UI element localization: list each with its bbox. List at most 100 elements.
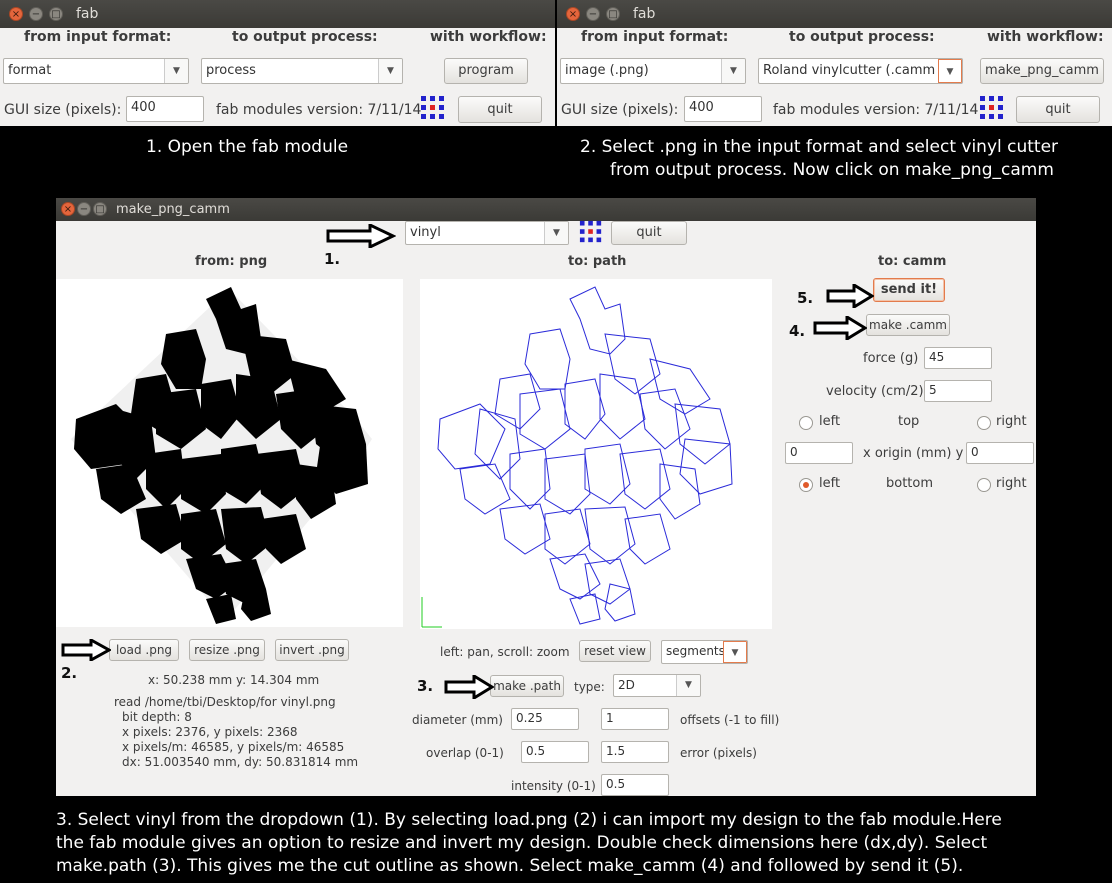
info-line-2: bit depth: 8: [122, 710, 192, 724]
offsets-input[interactable]: 1: [601, 708, 669, 730]
chevron-down-icon[interactable]: ▼: [378, 59, 402, 83]
to-path-label: to: path: [568, 254, 627, 269]
force-label: force (g): [863, 351, 919, 366]
gui-size-input[interactable]: 400: [684, 96, 762, 122]
overlap-label: overlap (0-1): [426, 746, 504, 760]
ambigram-image: [71, 287, 372, 624]
quit-button[interactable]: quit: [1016, 96, 1100, 123]
load-png-button[interactable]: load .png: [109, 639, 179, 661]
quit-button[interactable]: quit: [611, 221, 687, 245]
annotation-number-1: 1.: [324, 250, 341, 268]
chevron-down-icon[interactable]: ▼: [164, 59, 188, 83]
intensity-input[interactable]: 0.5: [601, 774, 669, 796]
make-path-button[interactable]: make .path: [490, 675, 564, 697]
resize-png-button[interactable]: resize .png: [189, 639, 265, 661]
type-value: 2D: [618, 678, 635, 692]
cursor-coordinates: x: 50.238 mm y: 14.304 mm: [148, 673, 320, 687]
caption-bottom-line-3: make.path (3). This gives me the cut out…: [56, 856, 964, 876]
error-input[interactable]: 1.5: [601, 741, 669, 763]
make-png-camm-button[interactable]: make_png_camm: [980, 58, 1104, 84]
output-process-value: Roland vinylcutter (.camm: [763, 63, 936, 78]
maximize-icon[interactable]: □: [93, 202, 107, 216]
to-camm-label: to: camm: [878, 254, 947, 269]
annotation-number-4: 4.: [789, 322, 806, 340]
arrow-icon: [61, 639, 111, 661]
info-line-5: dx: 51.003540 mm, dy: 50.831814 mm: [122, 755, 359, 769]
minimize-icon[interactable]: −: [29, 7, 43, 21]
type-select[interactable]: 2D ▼: [613, 674, 701, 697]
caption-step-2-line-2: from output process. Now click on make_p…: [610, 160, 1054, 180]
minimize-icon[interactable]: −: [77, 202, 91, 216]
close-icon[interactable]: ×: [9, 7, 23, 21]
program-button[interactable]: program: [444, 58, 528, 84]
from-input-format-label: from input format:: [581, 29, 729, 45]
window-title: fab: [633, 6, 656, 22]
gui-size-input[interactable]: 400: [126, 96, 204, 122]
output-process-select[interactable]: Roland vinylcutter (.camm ▼: [758, 58, 963, 84]
path-preview-panel[interactable]: [420, 279, 772, 629]
velocity-label: velocity (cm/2): [826, 384, 924, 399]
fab-logo-icon: [980, 96, 1003, 119]
title-bar: × − □ fab: [0, 0, 555, 28]
diameter-input[interactable]: 0.25: [511, 708, 579, 730]
origin-y-input[interactable]: 0: [966, 442, 1034, 464]
png-preview-panel[interactable]: [56, 279, 403, 627]
chevron-down-icon[interactable]: ▼: [544, 222, 568, 244]
invert-png-button[interactable]: invert .png: [275, 639, 349, 661]
title-bar: × − □ make_png_camm: [56, 198, 1036, 221]
top-right-fab-window: × − □ fab from input format: to output p…: [557, 0, 1112, 126]
type-label: type:: [574, 680, 605, 694]
arrow-icon: [813, 316, 867, 340]
output-process-value: process: [206, 63, 256, 78]
close-icon[interactable]: ×: [566, 7, 580, 21]
error-label: error (pixels): [680, 746, 757, 760]
input-format-select[interactable]: image (.png) ▼: [560, 58, 746, 84]
from-input-format-label: from input format:: [24, 29, 172, 45]
close-icon[interactable]: ×: [61, 202, 75, 216]
arrow-icon: [826, 284, 874, 308]
chevron-down-icon[interactable]: ▼: [721, 59, 745, 83]
origin-top-left-radio[interactable]: [799, 416, 813, 430]
machine-select[interactable]: vinyl ▼: [405, 221, 569, 245]
velocity-input[interactable]: 5: [924, 380, 992, 402]
maximize-icon[interactable]: □: [49, 7, 63, 21]
input-format-select[interactable]: format ▼: [3, 58, 189, 84]
input-format-value: image (.png): [565, 63, 649, 78]
bottom-label: bottom: [886, 476, 934, 491]
maximize-icon[interactable]: □: [606, 7, 620, 21]
quit-button[interactable]: quit: [458, 96, 542, 123]
info-line-3: x pixels: 2376, y pixels: 2368: [122, 725, 298, 739]
chevron-down-icon[interactable]: ▼: [676, 675, 700, 696]
send-it-button[interactable]: send it!: [873, 278, 945, 302]
origin-bottom-right-radio[interactable]: [977, 478, 991, 492]
pan-zoom-hint: left: pan, scroll: zoom: [440, 645, 570, 659]
segments-select[interactable]: segments ▼: [661, 640, 748, 664]
make-camm-button[interactable]: make .camm: [866, 314, 950, 336]
offsets-label: offsets (-1 to fill): [680, 713, 780, 727]
segments-value: segments: [666, 644, 725, 658]
force-input[interactable]: 45: [924, 347, 992, 369]
annotation-number-2: 2.: [61, 664, 78, 682]
gui-size-label: GUI size (pixels):: [561, 102, 679, 118]
caption-bottom-line-1: 3. Select vinyl from the dropdown (1). B…: [56, 810, 1002, 830]
info-line-1: read /home/tbi/Desktop/for vinyl.png: [114, 695, 336, 709]
chevron-down-icon[interactable]: ▼: [723, 641, 747, 663]
path-outline-image: [421, 286, 733, 628]
bottom-left-label: left: [819, 476, 841, 491]
origin-x-input[interactable]: 0: [785, 442, 853, 464]
gui-size-label: GUI size (pixels):: [4, 102, 122, 118]
minimize-icon[interactable]: −: [586, 7, 600, 21]
fab-logo-icon: [579, 220, 602, 243]
top-label: top: [898, 414, 920, 429]
reset-view-button[interactable]: reset view: [579, 640, 651, 662]
output-process-select[interactable]: process ▼: [201, 58, 403, 84]
origin-top-right-radio[interactable]: [977, 416, 991, 430]
fab-logo-icon: [421, 96, 444, 119]
overlap-input[interactable]: 0.5: [521, 741, 589, 763]
version-label: fab modules version: 7/11/14: [773, 102, 979, 118]
to-output-process-label: to output process:: [232, 29, 378, 45]
caption-step-1: 1. Open the fab module: [146, 137, 349, 157]
from-png-label: from: png: [195, 254, 268, 269]
chevron-down-icon[interactable]: ▼: [938, 59, 962, 83]
origin-bottom-left-radio[interactable]: [799, 478, 813, 492]
